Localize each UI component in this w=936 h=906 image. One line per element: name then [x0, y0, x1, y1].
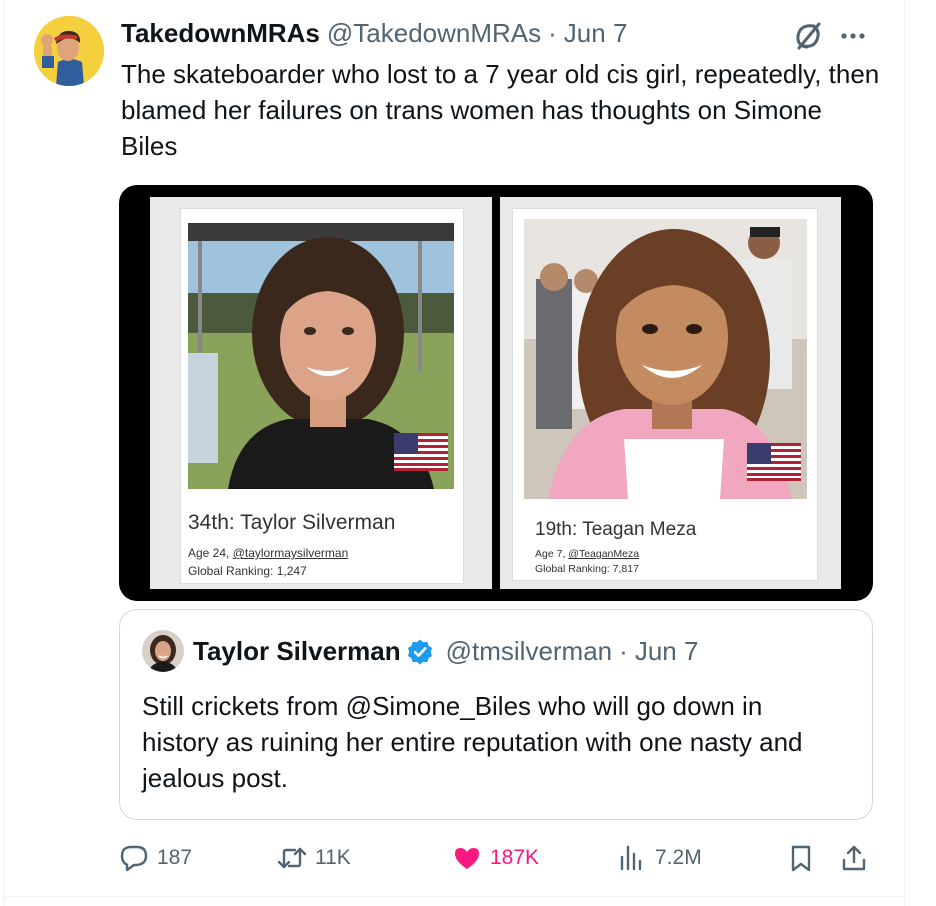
- views-button[interactable]: 7.2M: [617, 838, 702, 878]
- share-icon: [842, 845, 866, 871]
- quoted-author-handle[interactable]: @tmsilverman: [446, 636, 613, 667]
- separator: ·: [619, 636, 628, 666]
- us-flag-icon: [394, 433, 448, 471]
- tweet-date[interactable]: Jun 7: [564, 18, 628, 49]
- ranking-card: 19th: Teagan Meza Age 7, @TeaganMeza Glo…: [500, 197, 841, 589]
- global-ranking: Global Ranking: 1,247: [188, 564, 307, 578]
- athlete-photo: [188, 223, 454, 489]
- divider: [3, 896, 904, 897]
- rank-name: 34th: Taylor Silverman: [188, 511, 396, 534]
- tweet-media[interactable]: 34th: Taylor Silverman Age 24, @taylorma…: [119, 185, 873, 601]
- age-line: Age 7, @TeaganMeza: [535, 548, 639, 560]
- quoted-author-name[interactable]: Taylor Silverman: [193, 636, 401, 667]
- divider: [3, 0, 4, 906]
- ranking-card: 34th: Taylor Silverman Age 24, @taylorma…: [150, 197, 492, 589]
- views-icon: [620, 845, 642, 871]
- quoted-tweet-text: Still crickets from @Simone_Biles who wi…: [142, 691, 803, 793]
- athlete-photo: [524, 219, 807, 499]
- ranking-card-body: 34th: Taylor Silverman Age 24, @taylorma…: [180, 208, 464, 584]
- us-flag-icon: [747, 443, 801, 481]
- like-count: 187K: [490, 846, 540, 869]
- age-text: Age 24,: [188, 546, 233, 560]
- quoted-author-avatar[interactable]: [142, 630, 184, 672]
- like-button[interactable]: 187K: [452, 838, 539, 878]
- retweet-count: 11K: [315, 846, 351, 869]
- reply-count: 187: [157, 846, 193, 869]
- reply-icon: [120, 845, 148, 872]
- divider: [904, 0, 905, 906]
- retweet-icon: [277, 847, 307, 869]
- bookmark-button[interactable]: [786, 838, 816, 878]
- quoted-tweet-header: Taylor Silverman @tmsilverman · Jun 7: [193, 636, 698, 667]
- heart-icon: [455, 848, 479, 869]
- verified-badge-icon: [406, 638, 434, 666]
- global-ranking: Global Ranking: 7,817: [535, 563, 639, 575]
- author-avatar[interactable]: [34, 16, 104, 86]
- profile-link: @taylormaysilverman: [232, 546, 349, 560]
- reply-button[interactable]: 187: [119, 838, 192, 878]
- quoted-tweet-date[interactable]: Jun 7: [635, 636, 699, 667]
- views-count: 7.2M: [655, 846, 702, 869]
- age-line: Age 24, @taylormaysilverman: [188, 546, 348, 560]
- tweet[interactable]: TakedownMRAs @TakedownMRAs · Jun 7 The s…: [0, 0, 936, 906]
- rank-name: 19th: Teagan Meza: [535, 519, 697, 540]
- share-button[interactable]: [839, 838, 869, 878]
- retweet-button[interactable]: 11K: [277, 838, 351, 878]
- bookmark-icon: [791, 845, 811, 872]
- ranking-card-body: 19th: Teagan Meza Age 7, @TeaganMeza Glo…: [512, 208, 818, 581]
- more-icon[interactable]: [838, 24, 868, 48]
- action-bar: 187 11K 187K 7.2M: [119, 838, 879, 878]
- age-text: Age 7,: [535, 548, 569, 560]
- tweet-text: The skateboarder who lost to a 7 year ol…: [121, 59, 880, 161]
- author-name[interactable]: TakedownMRAs: [121, 18, 320, 49]
- profile-link: @TeaganMeza: [568, 548, 640, 560]
- quoted-tweet[interactable]: Taylor Silverman @tmsilverman · Jun 7 St…: [119, 609, 873, 820]
- grok-icon[interactable]: [792, 20, 824, 52]
- author-handle[interactable]: @TakedownMRAs: [327, 18, 541, 49]
- separator: ·: [548, 18, 557, 48]
- tweet-header: TakedownMRAs @TakedownMRAs · Jun 7: [121, 18, 627, 49]
